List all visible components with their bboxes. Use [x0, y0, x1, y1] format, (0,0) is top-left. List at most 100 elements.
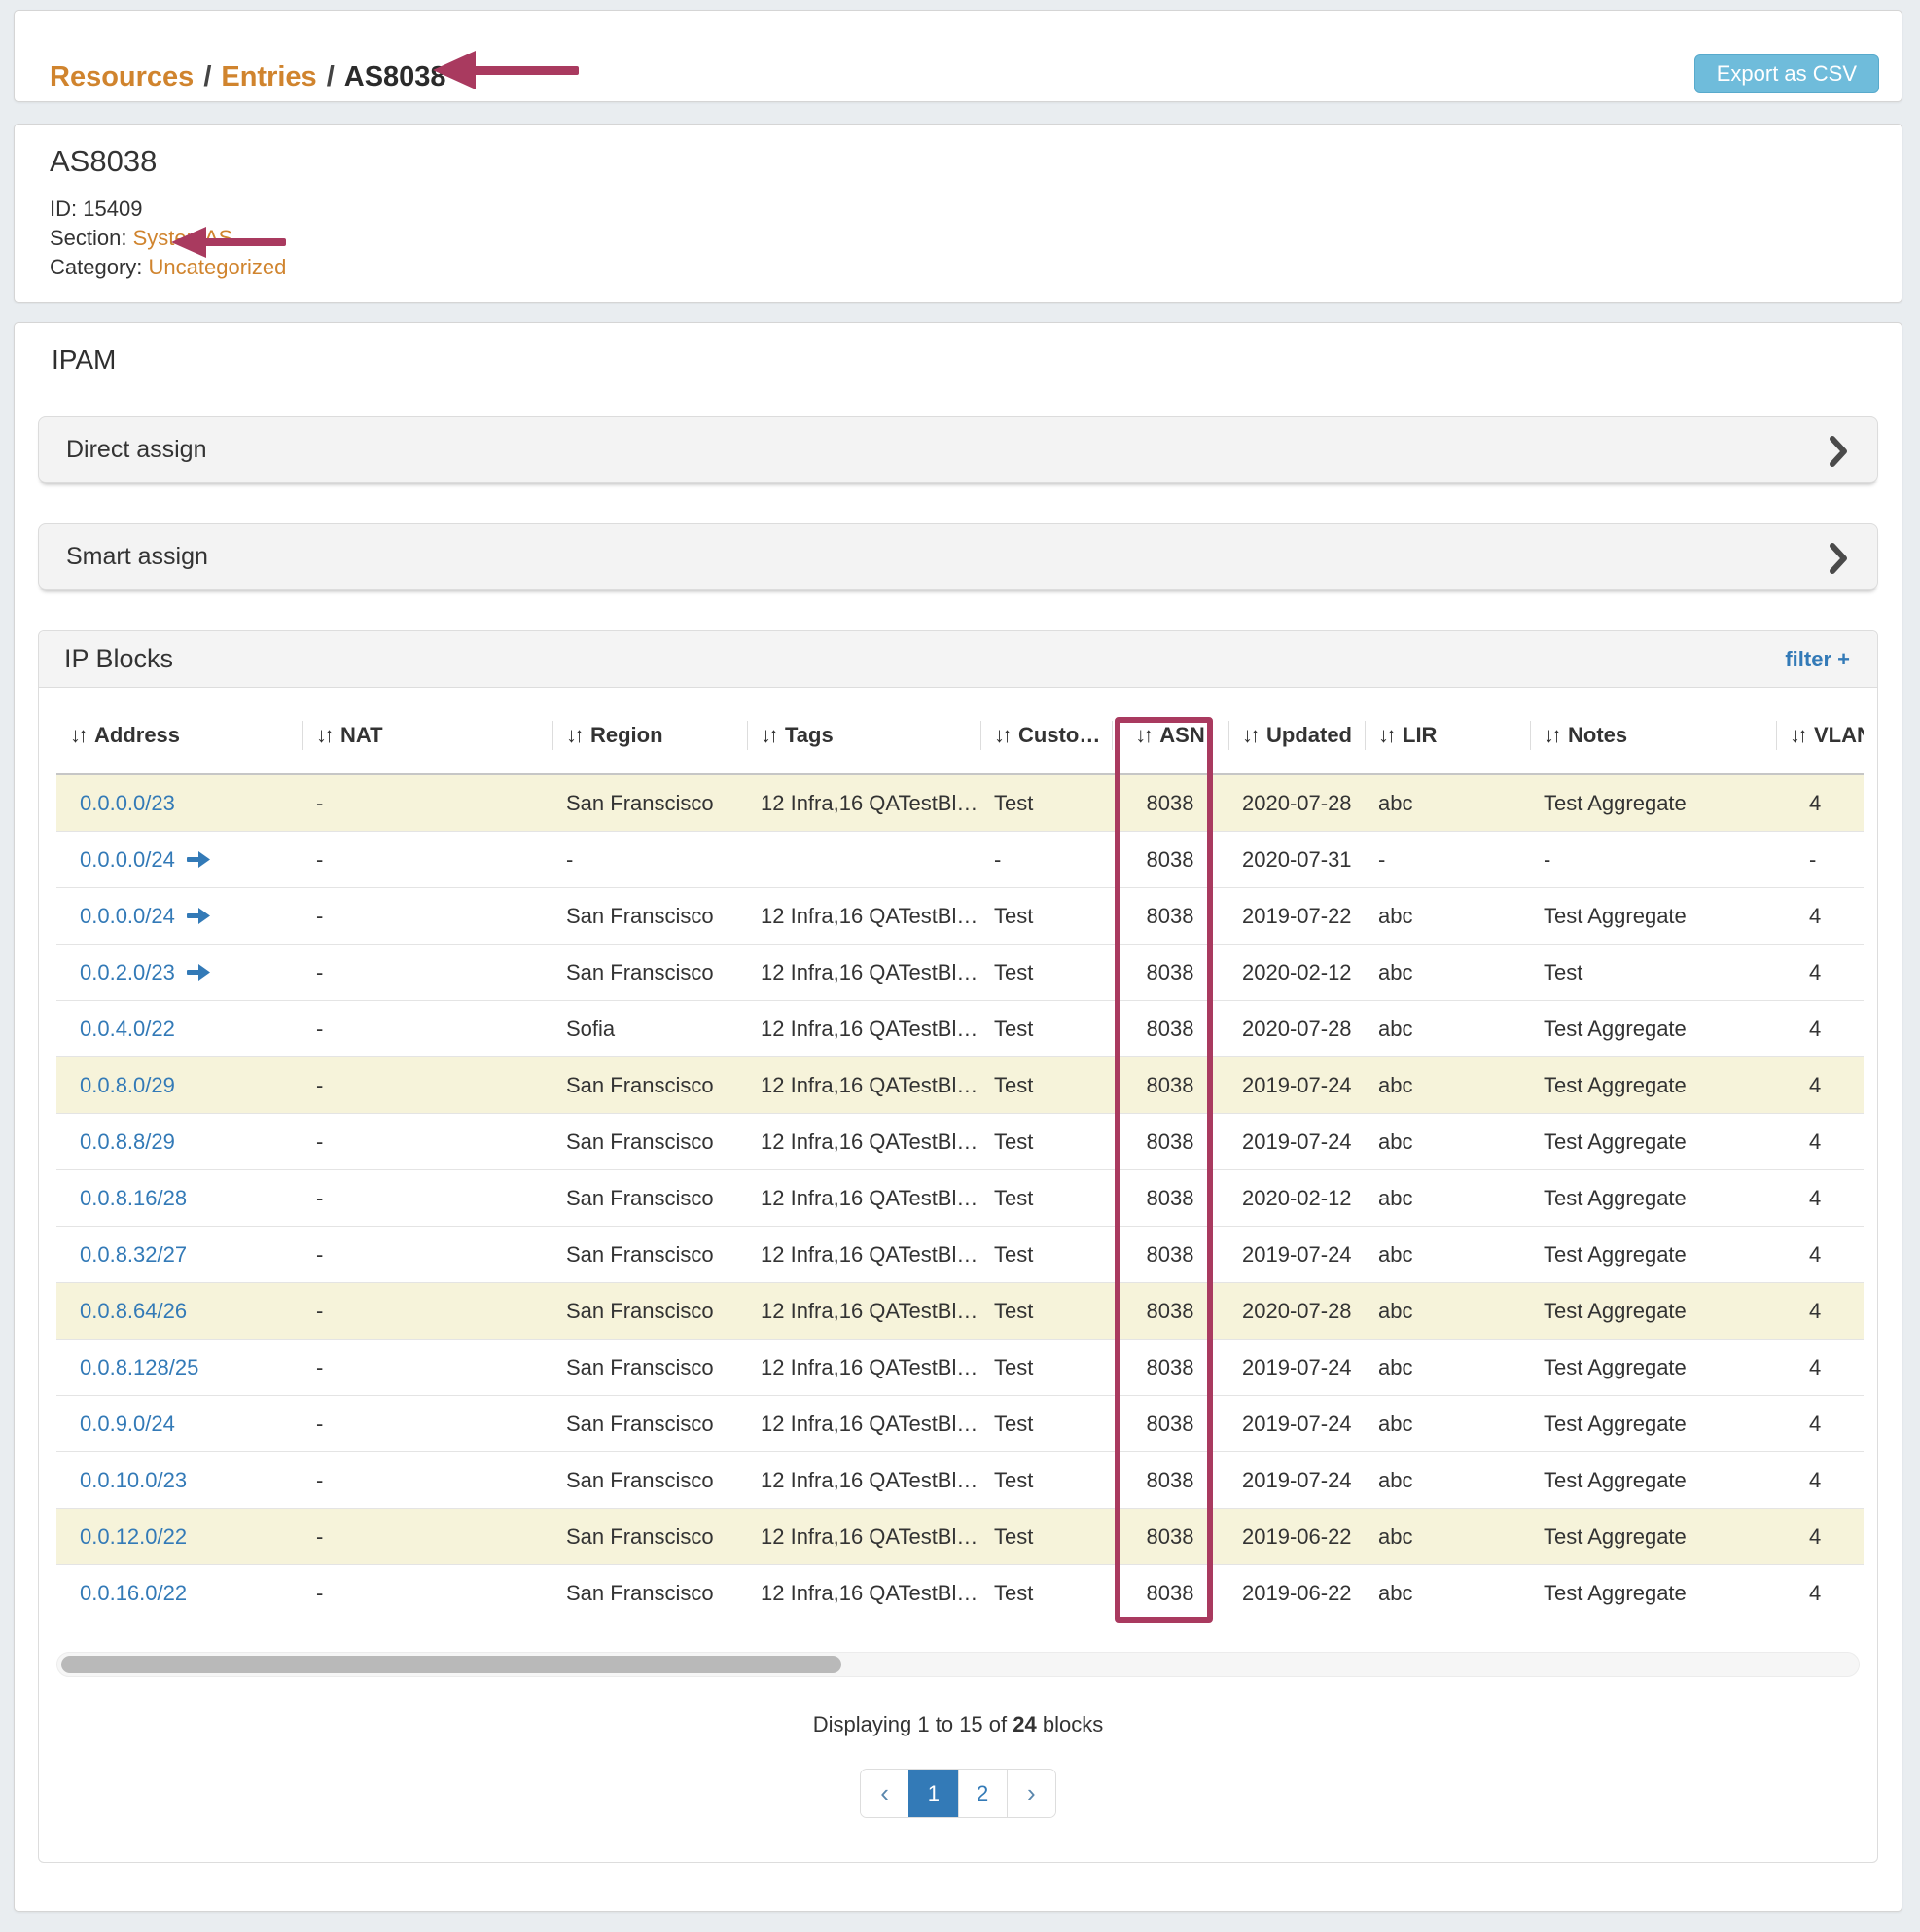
column-header-tags[interactable]: ↓↑Tags — [747, 688, 980, 774]
export-csv-button[interactable]: Export as CSV — [1694, 54, 1879, 93]
cell-region: San Franscisco — [552, 1396, 747, 1452]
cell-notes: Test Aggregate — [1530, 1283, 1776, 1340]
column-header-region[interactable]: ↓↑Region — [552, 688, 747, 774]
cell-tags: 12 Infra,16 QATestBl… — [747, 1114, 980, 1170]
table-row: 0.0.8.8/29-San Franscisco12 Infra,16 QAT… — [56, 1114, 1864, 1170]
column-label: LIR — [1403, 723, 1437, 747]
cell-vlan: 4 — [1776, 1565, 1864, 1622]
horizontal-scrollbar-track[interactable] — [56, 1652, 1860, 1677]
table-row: 0.0.8.16/28-San Franscisco12 Infra,16 QA… — [56, 1170, 1864, 1227]
column-label: Custo… — [1018, 723, 1100, 747]
table-row: 0.0.10.0/23-San Franscisco12 Infra,16 QA… — [56, 1452, 1864, 1509]
address-link[interactable]: 0.0.10.0/23 — [80, 1468, 187, 1492]
address-link[interactable]: 0.0.8.16/28 — [80, 1186, 187, 1210]
cell-tags: 12 Infra,16 QATestBl… — [747, 1170, 980, 1227]
address-link[interactable]: 0.0.8.128/25 — [80, 1355, 198, 1379]
table-header-row: ↓↑Address↓↑NAT↓↑Region↓↑Tags↓↑Custo…↓↑AS… — [56, 688, 1864, 774]
direct-assign-panel[interactable]: Direct assign — [38, 416, 1878, 483]
category-link[interactable]: Uncategorized — [149, 255, 287, 279]
column-header-vlan[interactable]: ↓↑VLAN — [1776, 688, 1864, 774]
sort-icon: ↓↑ — [1135, 723, 1151, 747]
address-link[interactable]: 0.0.0.0/24 — [80, 847, 175, 872]
address-link[interactable]: 0.0.0.0/24 — [80, 904, 175, 928]
column-header-asn[interactable]: ↓↑ ASN — [1112, 688, 1228, 774]
cell-updated: 2019-07-22 — [1228, 888, 1365, 945]
column-header-lir[interactable]: ↓↑LIR — [1365, 688, 1530, 774]
pagination-page-1[interactable]: 1 — [908, 1770, 957, 1817]
id-label: ID: — [50, 197, 77, 221]
address-link[interactable]: 0.0.4.0/22 — [80, 1017, 175, 1041]
cell-vlan: 4 — [1776, 1114, 1864, 1170]
address-link[interactable]: 0.0.8.0/29 — [80, 1073, 175, 1097]
column-header-notes[interactable]: ↓↑Notes — [1530, 688, 1776, 774]
sort-icon: ↓↑ — [316, 723, 332, 747]
cell-address: 0.0.8.8/29 — [56, 1114, 302, 1170]
cell-customer: - — [980, 832, 1112, 888]
column-label: ASN — [1159, 723, 1204, 747]
cell-region: San Franscisco — [552, 1452, 747, 1509]
pagination-prev[interactable]: ‹ — [861, 1770, 908, 1817]
cell-vlan: 4 — [1776, 1001, 1864, 1057]
column-header-customer[interactable]: ↓↑Custo… — [980, 688, 1112, 774]
cell-address: 0.0.9.0/24 — [56, 1396, 302, 1452]
cell-updated: 2020-07-28 — [1228, 1001, 1365, 1057]
cell-updated: 2019-07-24 — [1228, 1452, 1365, 1509]
cell-customer: Test — [980, 1283, 1112, 1340]
cell-notes: Test Aggregate — [1530, 1340, 1776, 1396]
cell-tags: 12 Infra,16 QATestBl… — [747, 1001, 980, 1057]
cell-address: 0.0.8.0/29 — [56, 1057, 302, 1114]
column-header-updated[interactable]: ↓↑Updated — [1228, 688, 1365, 774]
cell-asn: 8038 — [1112, 1114, 1228, 1170]
cell-nat: - — [302, 774, 552, 832]
cell-nat: - — [302, 1057, 552, 1114]
horizontal-scrollbar-thumb[interactable] — [61, 1656, 841, 1673]
smart-assign-panel[interactable]: Smart assign — [38, 523, 1878, 590]
cell-customer: Test — [980, 1170, 1112, 1227]
address-link[interactable]: 0.0.0.0/23 — [80, 791, 175, 815]
table-row: 0.0.12.0/22-San Franscisco12 Infra,16 QA… — [56, 1509, 1864, 1565]
cell-region: San Franscisco — [552, 1057, 747, 1114]
cell-customer: Test — [980, 1340, 1112, 1396]
address-link[interactable]: 0.0.8.64/26 — [80, 1299, 187, 1323]
cell-tags: 12 Infra,16 QATestBl… — [747, 1396, 980, 1452]
cell-updated: 2019-06-22 — [1228, 1509, 1365, 1565]
sort-icon: ↓↑ — [1544, 723, 1559, 747]
address-link[interactable]: 0.0.16.0/22 — [80, 1581, 187, 1605]
cell-tags: 12 Infra,16 QATestBl… — [747, 888, 980, 945]
ipam-panel: IPAM Direct assign Smart assign IP Block… — [14, 322, 1902, 1912]
pagination-page-2[interactable]: 2 — [958, 1770, 1007, 1817]
cell-asn: 8038 — [1112, 774, 1228, 832]
cell-address: 0.0.0.0/23 — [56, 774, 302, 832]
address-link[interactable]: 0.0.2.0/23 — [80, 960, 175, 984]
address-link[interactable]: 0.0.9.0/24 — [80, 1412, 175, 1436]
breadcrumb-link-entries[interactable]: Entries — [221, 61, 316, 92]
cell-vlan: 4 — [1776, 945, 1864, 1001]
cell-notes: Test Aggregate — [1530, 1227, 1776, 1283]
pagination-next[interactable]: › — [1007, 1770, 1055, 1817]
address-link[interactable]: 0.0.8.8/29 — [80, 1129, 175, 1154]
cell-asn: 8038 — [1112, 1509, 1228, 1565]
address-link[interactable]: 0.0.8.32/27 — [80, 1242, 187, 1267]
cell-asn: 8038 — [1112, 1227, 1228, 1283]
cell-lir: - — [1365, 832, 1530, 888]
column-header-nat[interactable]: ↓↑NAT — [302, 688, 552, 774]
cell-updated: 2020-02-12 — [1228, 1170, 1365, 1227]
breadcrumb: Resources/Entries/AS8038 — [50, 61, 446, 93]
cell-updated: 2019-07-24 — [1228, 1057, 1365, 1114]
breadcrumb-link-resources[interactable]: Resources — [50, 61, 194, 92]
cell-tags: 12 Infra,16 QATestBl… — [747, 1565, 980, 1622]
chevron-right-icon — [1829, 543, 1848, 574]
section-link[interactable]: SystemAS — [133, 226, 233, 250]
column-header-address[interactable]: ↓↑Address — [56, 688, 302, 774]
cell-region: San Franscisco — [552, 888, 747, 945]
cell-updated: 2020-02-12 — [1228, 945, 1365, 1001]
cell-lir: abc — [1365, 774, 1530, 832]
address-link[interactable]: 0.0.12.0/22 — [80, 1524, 187, 1549]
sort-icon: ↓↑ — [566, 723, 582, 747]
ip-blocks-panel: IP Blocks filter + ↓↑Address↓↑NAT↓↑Regio… — [38, 630, 1878, 1863]
cell-updated: 2019-07-24 — [1228, 1114, 1365, 1170]
filter-toggle[interactable]: filter + — [1785, 647, 1850, 672]
cell-nat: - — [302, 945, 552, 1001]
cell-asn: 8038 — [1112, 1452, 1228, 1509]
ip-blocks-body: ↓↑Address↓↑NAT↓↑Region↓↑Tags↓↑Custo…↓↑AS… — [39, 688, 1877, 1818]
